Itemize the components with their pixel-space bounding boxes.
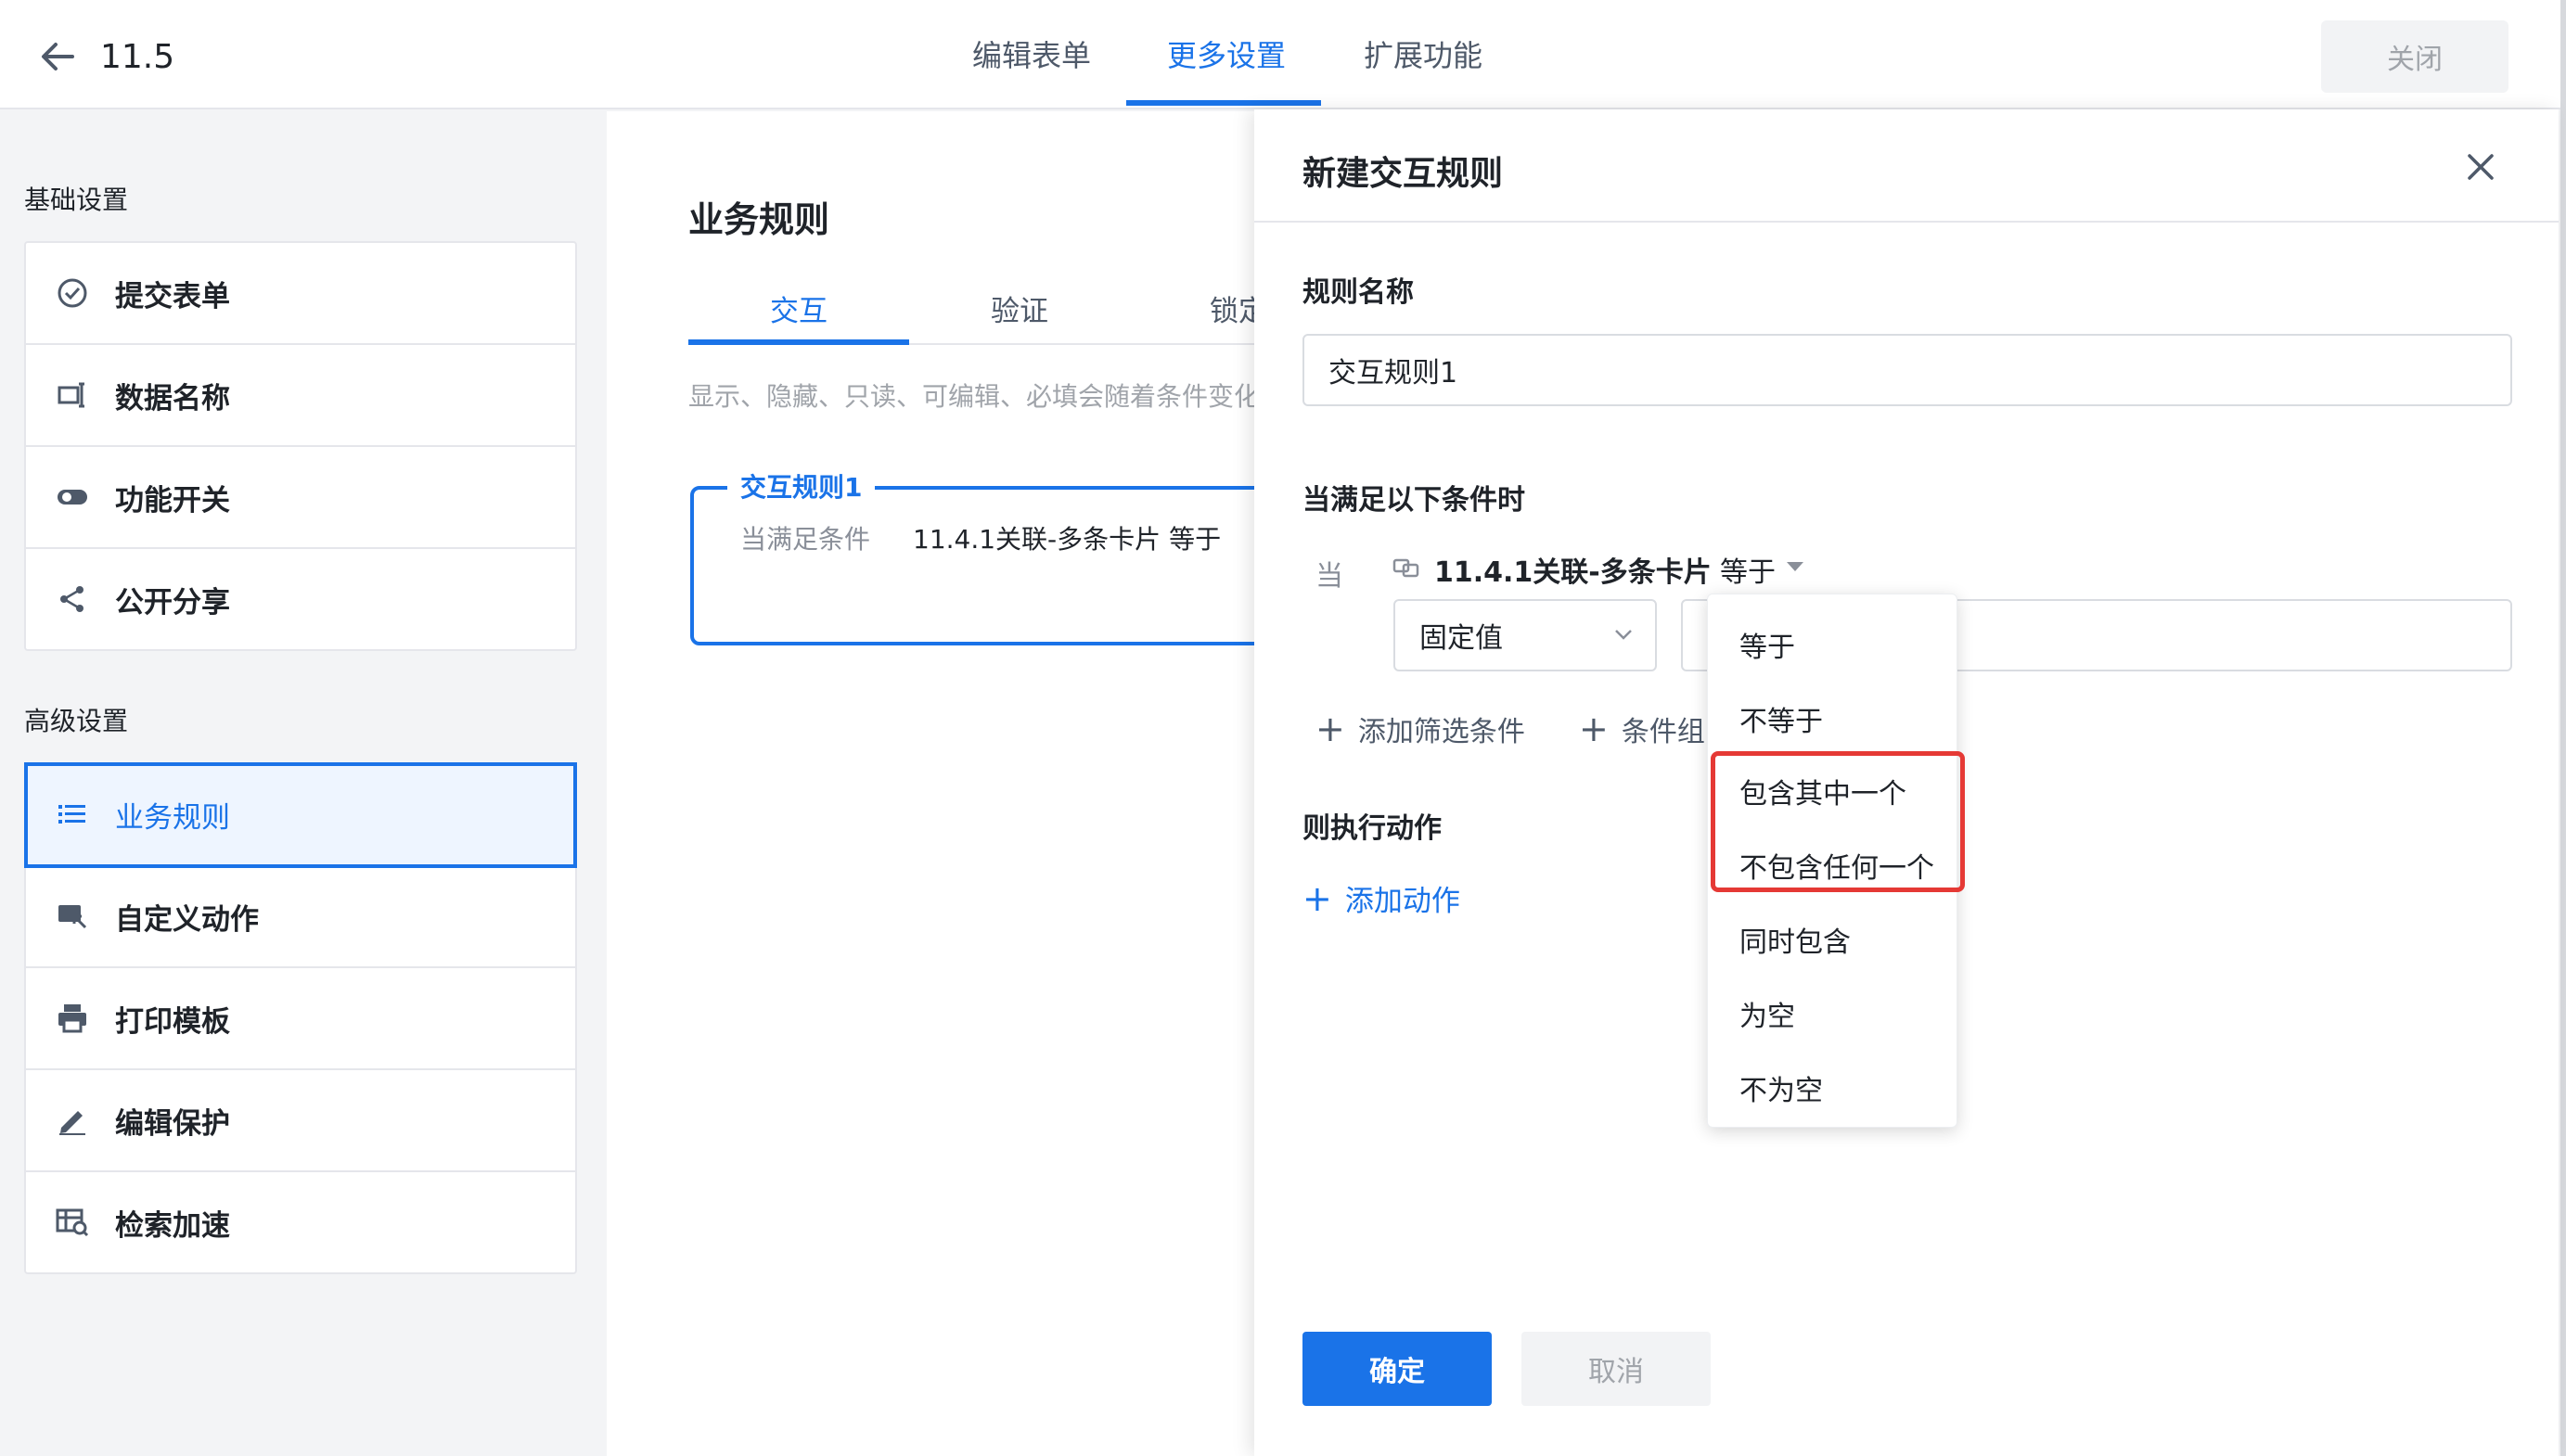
search-table-icon: [56, 1208, 89, 1237]
sidebar-item-custom-action[interactable]: 自定义动作: [26, 866, 575, 968]
add-action-label: 添加动作: [1344, 885, 1460, 918]
label-icon: [58, 382, 84, 408]
toggle-icon: [58, 490, 87, 504]
sidebar-item-business-rules[interactable]: 业务规则: [24, 762, 577, 868]
active-tab-indicator: [688, 339, 909, 345]
caret-down-icon[interactable]: [1787, 562, 1803, 571]
tab-description: 显示、隐藏、只读、可编辑、必填会随着条件变化: [688, 381, 1256, 412]
plus-icon: +: [1579, 709, 1609, 749]
main-content: [607, 111, 1256, 1456]
tab-edit-form[interactable]: 编辑表单: [972, 33, 1091, 78]
cancel-button[interactable]: 取消: [1521, 1332, 1711, 1406]
rule-card-condition-label: 当满足条件: [740, 524, 871, 555]
confirm-button[interactable]: 确定: [1302, 1332, 1492, 1406]
add-filter-button[interactable]: + 添加筛选条件: [1315, 709, 1525, 749]
plus-icon: +: [1302, 877, 1332, 919]
when-label: 当: [1315, 560, 1343, 593]
sidebar-item-label: 公开分享: [115, 585, 230, 619]
sidebar-item-public-share[interactable]: 公开分享: [26, 549, 575, 649]
tab-more-settings[interactable]: 更多设置: [1167, 33, 1286, 78]
add-condition-group-button[interactable]: + 条件组: [1579, 709, 1705, 749]
rule-card-title: 交互规则1: [727, 467, 876, 504]
dropdown-option-is-empty[interactable]: 为空: [1739, 993, 1795, 1034]
rule-name-label: 规则名称: [1302, 276, 1414, 309]
sidebar-item-label: 业务规则: [115, 800, 230, 835]
close-button[interactable]: 关闭: [2321, 20, 2508, 93]
sidebar-item-feature-toggle[interactable]: 功能开关: [26, 447, 575, 549]
sidebar-item-data-name[interactable]: 数据名称: [26, 345, 575, 447]
sidebar-item-label: 数据名称: [115, 381, 230, 415]
add-group-label: 条件组: [1621, 716, 1705, 748]
tab-extensions[interactable]: 扩展功能: [1364, 33, 1482, 78]
close-icon[interactable]: [2462, 148, 2499, 185]
drawer-title: 新建交互规则: [1302, 155, 1504, 193]
tab-validation[interactable]: 验证: [991, 287, 1048, 329]
actions-label: 则执行动作: [1302, 812, 1442, 845]
dropdown-option-not-empty[interactable]: 不为空: [1739, 1067, 1823, 1108]
add-action-button[interactable]: + 添加动作: [1302, 877, 1460, 919]
sidebar-item-label: 检索加速: [115, 1208, 230, 1243]
check-circle-icon: [58, 278, 87, 308]
sidebar-item-search-acceleration[interactable]: 检索加速: [26, 1172, 575, 1272]
dropdown-option-not-equals[interactable]: 不等于: [1739, 698, 1823, 739]
tab-interaction[interactable]: 交互: [770, 287, 828, 329]
plus-icon: +: [1315, 709, 1345, 749]
arrow-left-icon[interactable]: [35, 33, 82, 80]
add-filter-label: 添加筛选条件: [1357, 716, 1525, 748]
highlight-annotation: [1711, 751, 1965, 892]
condition-field[interactable]: 11.4.1关联-多条卡片: [1434, 549, 1712, 590]
pen-icon: [59, 1111, 85, 1135]
sidebar-item-label: 提交表单: [115, 279, 230, 313]
printer-icon: [58, 1004, 86, 1033]
dropdown-option-contains-all[interactable]: 同时包含: [1739, 919, 1851, 960]
link-field-icon: [1392, 558, 1419, 578]
sidebar-item-label: 自定义动作: [115, 902, 259, 937]
active-tab-indicator: [1126, 100, 1321, 106]
sidebar-group-basic: 提交表单 数据名称 功能开关 公开分享: [24, 241, 577, 651]
page-title: 业务规则: [688, 199, 830, 240]
cursor-action-icon: [58, 905, 87, 929]
rule-card[interactable]: [690, 486, 1284, 645]
sidebar-item-edit-protection[interactable]: 编辑保护: [26, 1070, 575, 1172]
chevron-down-icon[interactable]: [1612, 623, 1635, 645]
sidebar-item-label: 打印模板: [115, 1004, 230, 1039]
app-title: 11.5: [100, 38, 175, 76]
operator-select[interactable]: 等于: [1720, 549, 1776, 590]
sidebar-item-submit-form[interactable]: 提交表单: [26, 243, 575, 345]
dropdown-option-equals[interactable]: 等于: [1739, 624, 1795, 665]
sidebar-item-print-template[interactable]: 打印模板: [26, 968, 575, 1070]
sidebar-item-label: 编辑保护: [115, 1106, 230, 1141]
conditions-label: 当满足以下条件时: [1302, 484, 1525, 517]
sidebar-item-label: 功能开关: [115, 483, 230, 517]
list-icon: [58, 805, 85, 824]
section-title-advanced: 高级设置: [24, 706, 129, 736]
sidebar-group-advanced: 业务规则 自定义动作 打印模板 编辑保护 检索加速: [24, 762, 577, 1274]
section-title-basic: 基础设置: [24, 185, 129, 215]
window-edge: [2560, 0, 2566, 1456]
rule-card-condition-value: 11.4.1关联-多条卡片 等于: [913, 524, 1222, 555]
drawer-divider: [1254, 221, 2559, 223]
share-icon: [60, 586, 83, 612]
rule-name-input[interactable]: 交互规则1: [1302, 334, 2512, 406]
